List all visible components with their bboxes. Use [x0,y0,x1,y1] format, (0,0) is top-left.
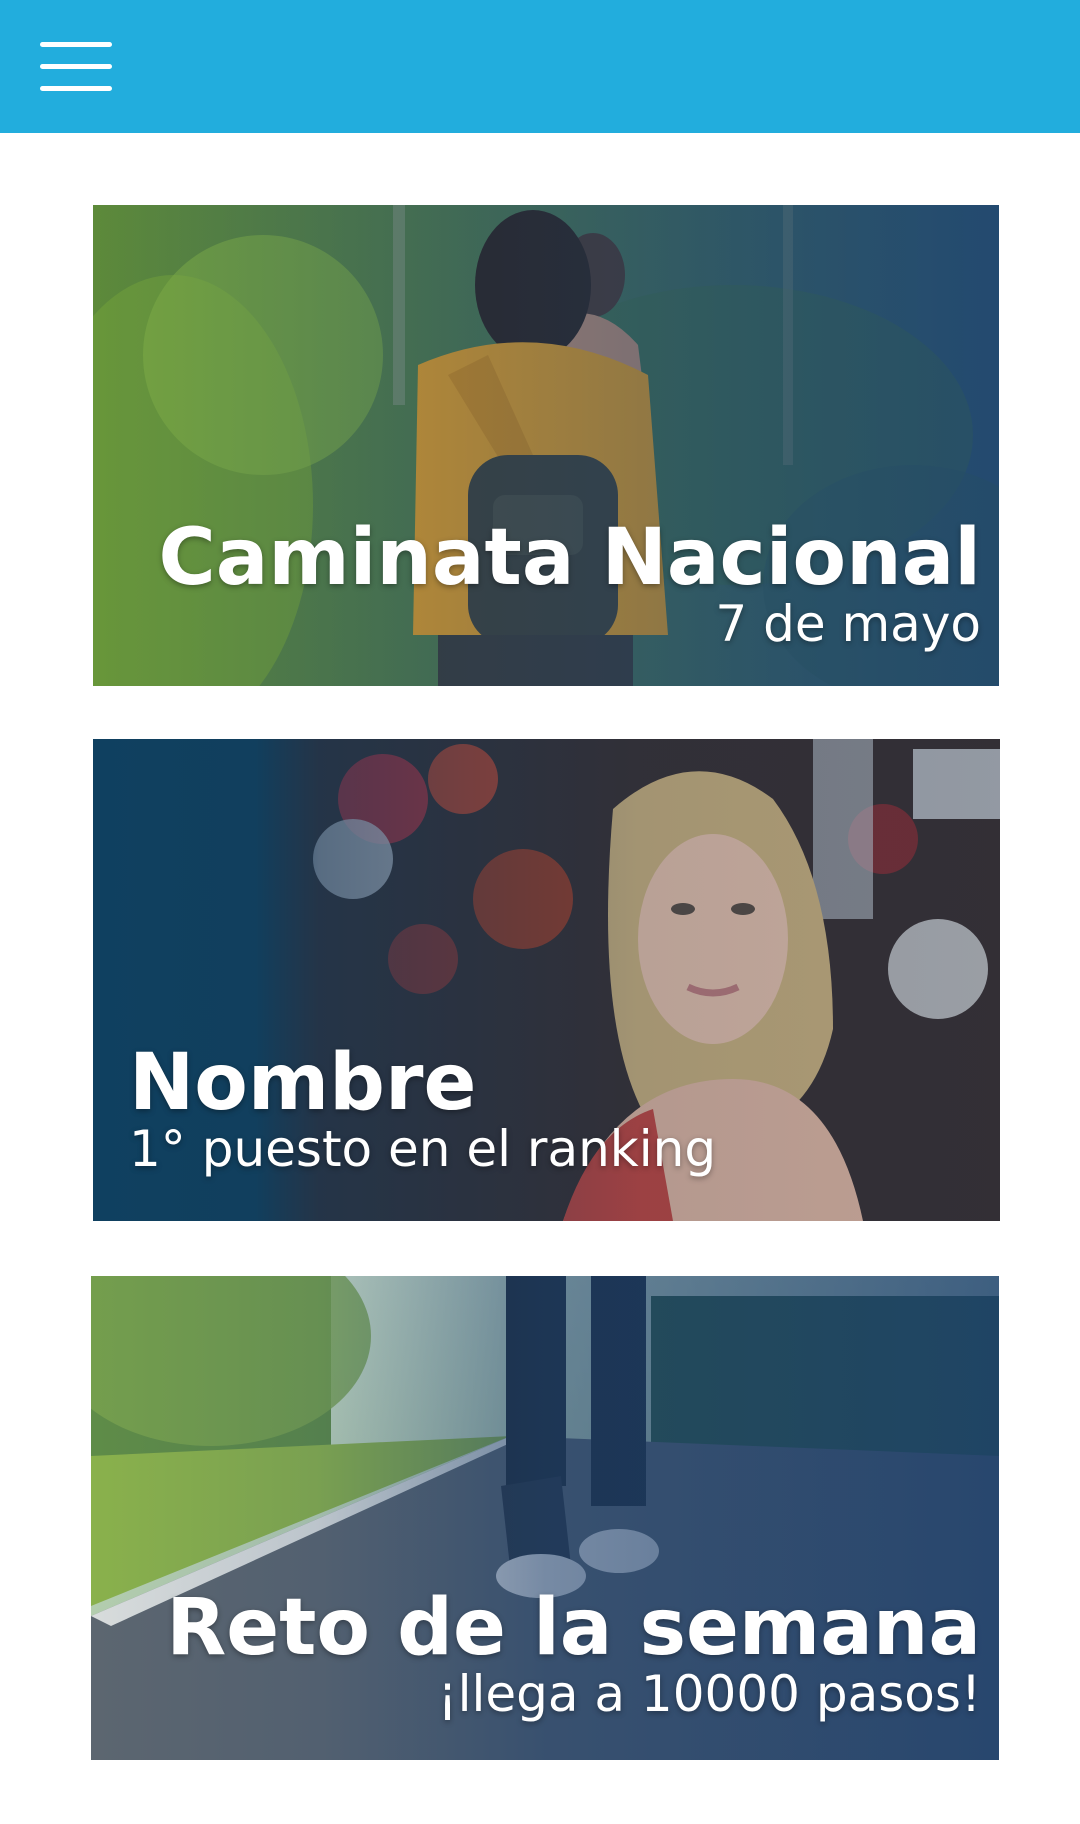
card-title: Reto de la semana [166,1583,981,1673]
event-text-block: Caminata Nacional 7 de mayo [158,519,981,652]
card-title: Caminata Nacional [158,513,981,603]
card-title: Nombre [129,1038,477,1128]
ranking-card-user[interactable]: Nombre 1° puesto en el ranking [93,739,1000,1221]
card-subtitle: 7 de mayo [715,595,981,653]
event-card-caminata[interactable]: Caminata Nacional 7 de mayo [93,205,999,686]
challenge-text-block: Reto de la semana ¡llega a 10000 pasos! [166,1589,981,1722]
top-app-bar [0,0,1080,133]
hamburger-menu-icon[interactable] [40,40,112,94]
ranking-text-block: Nombre 1° puesto en el ranking [129,1044,716,1177]
challenge-card-weekly[interactable]: Reto de la semana ¡llega a 10000 pasos! [91,1276,999,1760]
card-subtitle: 1° puesto en el ranking [129,1120,717,1178]
card-subtitle: ¡llega a 10000 pasos! [437,1665,981,1723]
